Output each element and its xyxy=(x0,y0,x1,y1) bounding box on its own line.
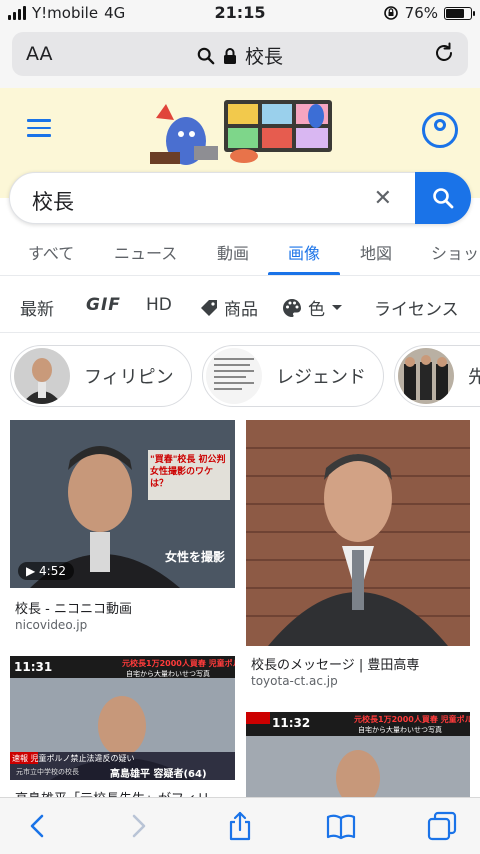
search-box[interactable]: 校長 ✕ xyxy=(9,172,471,224)
browser-address-area: AA 校長 xyxy=(0,26,480,88)
active-tab-indicator xyxy=(268,272,340,275)
search-icon xyxy=(433,188,454,209)
google-doodle-logo[interactable] xyxy=(146,96,336,168)
search-area: 校長 ✕ xyxy=(0,168,480,228)
overlay-title: "買春"校長 初公判 女性撮影のワケは？ xyxy=(150,455,226,489)
related-chips: フィリピン レジェンド 先 xyxy=(0,343,480,409)
chip-third[interactable]: 先 xyxy=(394,345,480,407)
result-caption-3[interactable]: 高島雄平「元校長先生」がフィリ xyxy=(15,788,210,797)
chevron-down-icon xyxy=(332,304,342,310)
browser-toolbar xyxy=(0,797,480,854)
filter-bar: 最新 GIF HD 商品 色 ライセンス xyxy=(0,277,480,333)
filter-color[interactable]: 色 xyxy=(282,295,343,320)
tab-news[interactable]: ニュース xyxy=(114,240,177,264)
search-tabs: すべて ニュース 動画 画像 地図 ショッ xyxy=(0,228,480,276)
chip-philippines[interactable]: フィリピン xyxy=(10,345,192,407)
url-text: 校長 xyxy=(244,46,283,68)
address-bar[interactable]: AA 校長 xyxy=(12,32,468,76)
lock-icon xyxy=(223,47,236,64)
clear-icon[interactable]: ✕ xyxy=(374,186,392,211)
broadcast-time: 11:31 xyxy=(14,660,53,674)
video-duration: ▶ 4:52 xyxy=(18,562,74,580)
chip-label: 先 xyxy=(468,367,480,388)
result-caption-1[interactable]: 校長 - ニコニコ動画 xyxy=(15,598,132,617)
tag-icon xyxy=(201,299,217,316)
filter-color-label: 色 xyxy=(308,300,325,320)
forward-icon[interactable] xyxy=(122,810,154,842)
chip-thumbnail xyxy=(398,348,454,404)
broadcast-time: 11:32 xyxy=(272,716,311,730)
duration-text: 4:52 xyxy=(39,564,66,578)
chip-label: フィリピン xyxy=(84,367,174,388)
filter-license[interactable]: ライセンス xyxy=(374,295,459,320)
overlay-headline: 元校長1万2000人買春 児童ポルノ所持 xyxy=(354,715,470,724)
tab-maps[interactable]: 地図 xyxy=(360,240,392,264)
share-icon[interactable] xyxy=(224,810,256,842)
image-results: "買春"校長 初公判 女性撮影のワケは？ 女性を撮影 ▶ 4:52 校長 - ニ… xyxy=(0,410,480,797)
battery-percent: 76% xyxy=(404,4,438,22)
overlay-subhead: 自宅から大量わいせつ写真 xyxy=(358,726,442,734)
chip-legend[interactable]: レジェンド xyxy=(202,345,384,407)
result-source-2[interactable]: toyota-ct.ac.jp xyxy=(251,674,338,688)
battery-icon xyxy=(444,6,475,20)
result-image-4[interactable]: 11:32 元校長1万2000人買春 児童ポルノ所持 自宅から大量わいせつ写真 xyxy=(246,712,470,797)
result-caption-2[interactable]: 校長のメッセージ | 豊田高専 xyxy=(251,654,419,673)
reload-icon[interactable] xyxy=(432,41,456,65)
filter-hd[interactable]: HD xyxy=(146,295,172,315)
result-image-3[interactable]: 11:31 元校長1万2000人買春 児童ポルノ所持 自宅から大量わいせつ写真 … xyxy=(10,656,235,780)
search-icon xyxy=(197,47,215,64)
palette-icon xyxy=(283,298,301,317)
tab-images[interactable]: 画像 xyxy=(288,240,320,264)
search-button[interactable] xyxy=(415,172,471,224)
chip-label: レジェンド xyxy=(276,367,366,388)
rotation-lock-icon xyxy=(383,6,398,20)
filter-products[interactable]: 商品 xyxy=(200,295,258,320)
chip-thumbnail xyxy=(206,348,262,404)
filter-products-label: 商品 xyxy=(224,300,258,320)
chip-thumbnail xyxy=(14,348,70,404)
overlay-bar-label: 速報 児童ポルノ禁止法違反の疑い xyxy=(12,754,135,763)
overlay-name: 高島雄平 容疑者(64) xyxy=(110,769,207,780)
battery-fill xyxy=(446,8,465,18)
hamburger-menu-icon[interactable] xyxy=(27,119,51,137)
account-icon[interactable] xyxy=(422,112,458,148)
overlay-school: 元市立中学校の校長 xyxy=(16,768,79,776)
result-source-1[interactable]: nicovideo.jp xyxy=(15,618,87,632)
result-image-2[interactable] xyxy=(246,420,470,646)
back-icon[interactable] xyxy=(22,810,54,842)
filter-recent[interactable]: 最新 xyxy=(20,295,54,320)
url-display[interactable]: 校長 xyxy=(12,42,468,69)
overlay-subhead: 自宅から大量わいせつ写真 xyxy=(126,670,210,678)
bookmarks-icon[interactable] xyxy=(325,810,357,842)
status-bar: Y!mobile 4G 21:15 76% xyxy=(0,0,480,26)
overlay-headline: 元校長1万2000人買春 児童ポルノ所持 xyxy=(122,659,235,668)
tab-all[interactable]: すべて xyxy=(28,240,74,264)
google-header xyxy=(0,88,480,168)
filter-gif[interactable]: GIF xyxy=(86,295,121,315)
tab-videos[interactable]: 動画 xyxy=(217,240,249,264)
search-input[interactable]: 校長 xyxy=(32,186,74,216)
overlay-bottom: 女性を撮影 xyxy=(164,550,225,564)
status-right: 76% xyxy=(383,4,475,22)
result-image-1[interactable]: "買春"校長 初公判 女性撮影のワケは？ 女性を撮影 ▶ 4:52 xyxy=(10,420,235,588)
tab-shopping[interactable]: ショッ xyxy=(431,240,479,264)
tabs-icon[interactable] xyxy=(426,810,458,842)
